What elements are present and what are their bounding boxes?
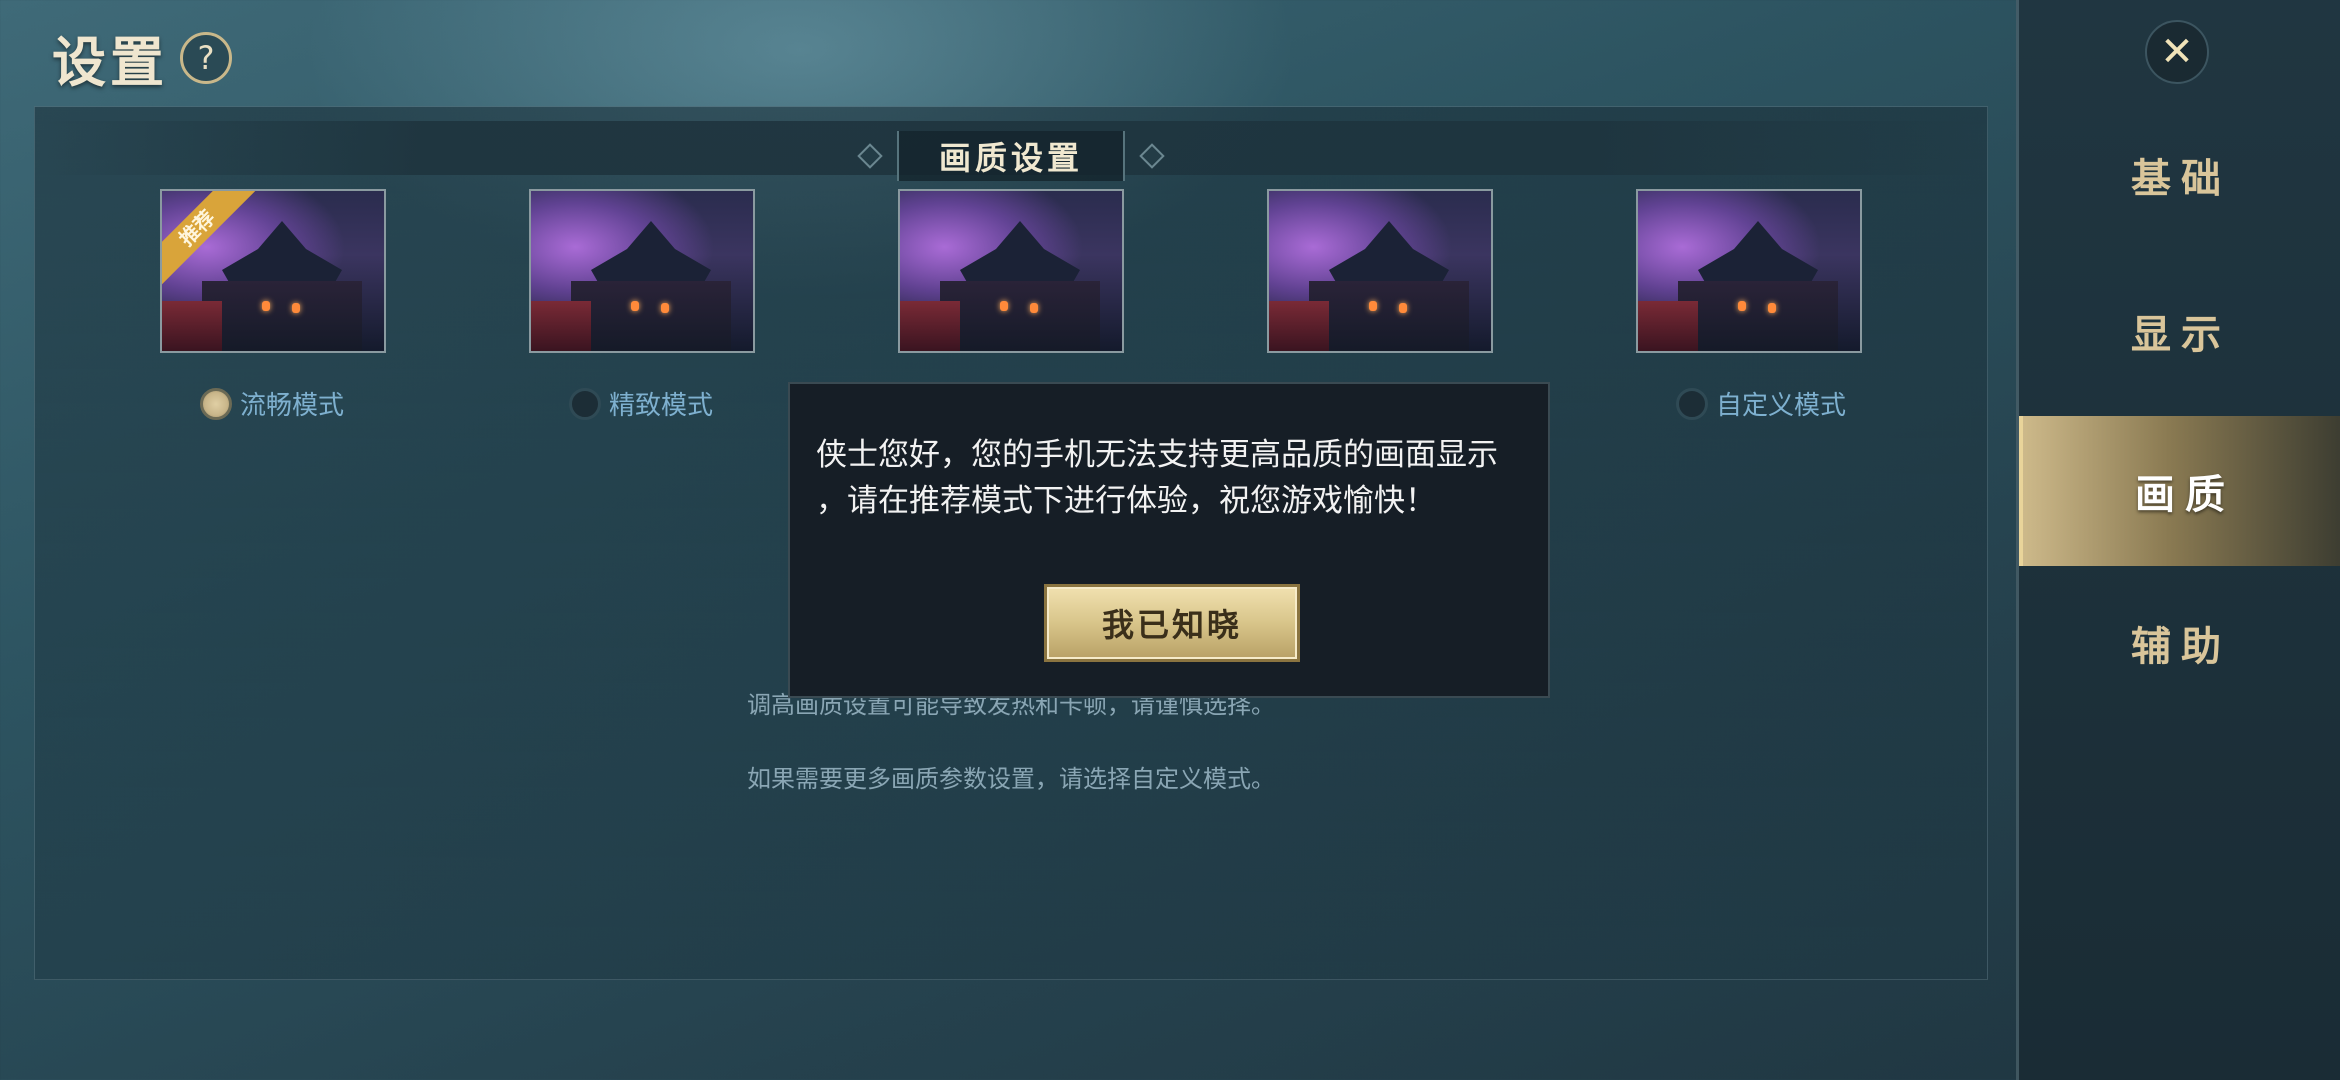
thumb-building — [1309, 281, 1469, 351]
thumb-rail — [900, 301, 960, 351]
lantern-icon — [631, 301, 639, 311]
mode-smooth[interactable]: 推荐 流畅模式 — [160, 189, 386, 422]
mode-custom[interactable]: 自定义模式 — [1636, 189, 1862, 422]
close-button[interactable]: ✕ — [2145, 20, 2209, 84]
mode-label[interactable]: 精致模式 — [609, 385, 713, 422]
mode-3[interactable] — [898, 189, 1124, 353]
thumb-building — [1678, 281, 1838, 351]
nav-item-assist[interactable]: 辅助 — [2019, 568, 2340, 718]
nav-item-quality[interactable]: 画质 — [2019, 416, 2340, 566]
nav-item-basic[interactable]: 基础 — [2019, 100, 2340, 250]
nav-item-display[interactable]: 显示 — [2019, 256, 2340, 406]
lantern-icon — [1399, 303, 1407, 313]
thumb-rail — [162, 301, 222, 351]
quality-mode-list: 推荐 流畅模式 精致模式 自定义模式 — [35, 189, 1987, 421]
mode-thumbnail[interactable] — [529, 189, 755, 353]
radio-button[interactable] — [1676, 387, 1708, 420]
radio-button-checked[interactable] — [200, 387, 232, 420]
thumb-rail — [1638, 301, 1698, 351]
mode-thumbnail[interactable] — [1267, 189, 1493, 353]
lantern-icon — [1369, 301, 1377, 311]
page-title: 设置 — [52, 30, 168, 94]
thumb-building — [571, 281, 731, 351]
settings-sidebar: ✕ 基础 显示 画质 辅助 — [2016, 0, 2340, 1080]
mode-radio-row[interactable]: 精致模式 — [569, 385, 755, 422]
mode-thumbnail[interactable] — [1636, 189, 1862, 353]
thumb-building — [202, 281, 362, 351]
dialog-message: 侠士您好，您的手机无法支持更高品质的画面显示 ，请在推荐模式下进行体验，祝您游戏… — [816, 437, 1498, 519]
page-header: 设置 ? — [52, 18, 232, 97]
lantern-icon — [1768, 303, 1776, 313]
ornament-diamond-left-icon — [857, 143, 883, 169]
ornament-diamond-right-icon — [1139, 143, 1165, 169]
mode-refined[interactable]: 精致模式 — [529, 189, 755, 422]
lantern-icon — [1030, 303, 1038, 313]
mode-thumbnail[interactable]: 推荐 — [160, 189, 386, 353]
lantern-icon — [661, 303, 669, 313]
thumb-rail — [1269, 301, 1329, 351]
mode-label[interactable]: 流畅模式 — [240, 385, 344, 422]
notice-dialog: 侠士您好，您的手机无法支持更高品质的画面显示 ，请在推荐模式下进行体验，祝您游戏… — [788, 382, 1550, 698]
section-title-wrap: 画质设置 — [857, 131, 1165, 181]
section-header: 画质设置 — [35, 121, 1987, 181]
lantern-icon — [1000, 301, 1008, 311]
section-title: 画质设置 — [896, 131, 1126, 181]
tip-text: 如果需要更多画质参数设置，请选择自定义模式。 — [747, 765, 1275, 793]
mode-label[interactable]: 自定义模式 — [1716, 385, 1846, 422]
lantern-icon — [262, 301, 270, 311]
mode-thumbnail[interactable] — [898, 189, 1124, 353]
mode-radio-row[interactable]: 流畅模式 — [200, 385, 386, 422]
help-icon[interactable]: ? — [180, 31, 232, 84]
radio-button[interactable] — [569, 387, 601, 420]
thumb-building — [940, 281, 1100, 351]
lantern-icon — [1738, 301, 1746, 311]
confirm-button[interactable]: 我已知晓 — [1044, 584, 1300, 662]
mode-4[interactable] — [1267, 189, 1493, 353]
lantern-icon — [292, 303, 300, 313]
mode-radio-row[interactable]: 自定义模式 — [1676, 385, 1862, 422]
thumb-rail — [531, 301, 591, 351]
